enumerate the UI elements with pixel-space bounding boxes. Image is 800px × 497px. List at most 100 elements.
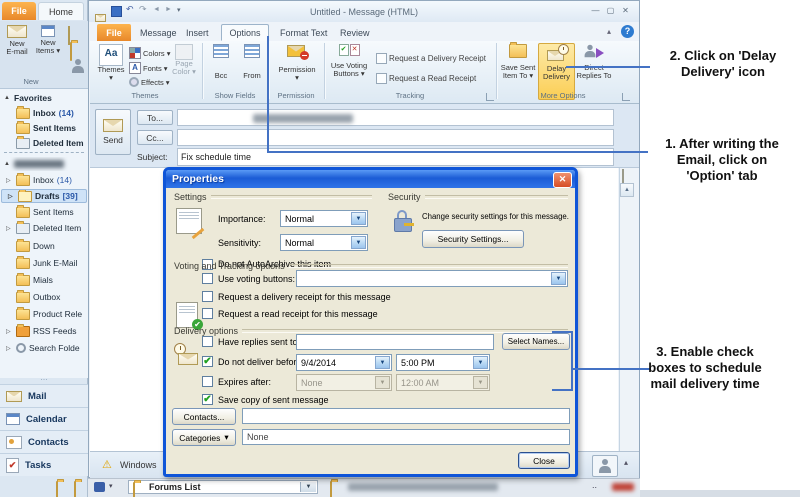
folder-icon[interactable] — [330, 481, 332, 497]
dropdown-arrow-icon[interactable]: ▾ — [109, 482, 113, 490]
collapse-pane-icon[interactable]: ▴ — [624, 458, 628, 467]
to-field[interactable] — [177, 109, 614, 126]
tab-format-text[interactable]: Format Text — [275, 24, 332, 41]
qat-customize-icon[interactable]: ▾ — [177, 6, 181, 14]
select-names-button[interactable]: Select Names... — [502, 333, 570, 350]
dropdown-arrow-icon[interactable]: ▼ — [351, 212, 366, 225]
cc-field[interactable] — [177, 129, 614, 146]
tray-folder-icon[interactable] — [74, 481, 76, 497]
sensitivity-dropdown[interactable]: Normal ▼ — [280, 234, 368, 251]
from-button[interactable]: From — [238, 44, 266, 80]
request-read-receipt-checkbox[interactable]: Request a Read Receipt — [376, 73, 476, 84]
scroll-up-button[interactable]: ▲ — [620, 183, 634, 197]
tab-file[interactable]: File — [97, 24, 131, 41]
previous-item-icon[interactable]: ◄ — [153, 6, 160, 13]
use-voting-buttons-button[interactable]: ✔ ✕ Use Voting Buttons ▾ — [328, 44, 370, 78]
sidebar-item-rss[interactable]: ▷ RSS Feeds — [0, 324, 88, 338]
move-folder-icon[interactable] — [70, 42, 72, 61]
categories-button[interactable]: Categories ▾ — [172, 429, 236, 446]
have-replies-field[interactable] — [296, 334, 494, 350]
bcc-button[interactable]: Bcc — [208, 44, 234, 80]
to-button[interactable]: To... — [137, 110, 173, 125]
close-button[interactable]: ✕ — [618, 5, 633, 17]
fonts-button[interactable]: A Fonts ▾ — [129, 62, 168, 74]
deliver-time-dropdown[interactable]: 5:00 PM ▼ — [396, 354, 490, 371]
expires-checkbox[interactable] — [202, 376, 213, 387]
dropdown-arrow-icon[interactable]: ▼ — [551, 272, 566, 285]
more-options-dialog-launcher-icon[interactable] — [622, 93, 630, 101]
sidebar-item-fav-deleted[interactable]: Deleted Item — [0, 136, 88, 150]
contacts-button[interactable]: Contacts... — [172, 408, 236, 425]
sidebar-item-deleted[interactable]: ▷ Deleted Item — [0, 221, 88, 235]
colors-button[interactable]: Colors ▾ — [129, 47, 170, 59]
sidebar-item-junk[interactable]: Junk E-Mail — [0, 256, 88, 270]
dropdown-arrow-icon[interactable]: ▼ — [375, 356, 390, 369]
redo-icon[interactable]: ↷ — [139, 4, 147, 15]
request-delivery-receipt-checkbox[interactable]: Request a Delivery Receipt — [376, 53, 486, 64]
sidebar-item-fav-sent[interactable]: Sent Items — [0, 121, 88, 135]
scrollbar[interactable]: ▲ — [619, 168, 634, 451]
tab-message[interactable]: Message — [135, 24, 182, 41]
overflow-dots[interactable]: .. — [592, 480, 597, 490]
people-pane-button[interactable] — [592, 455, 618, 477]
sidebar-item-search-folders[interactable]: ▷ Search Folde — [0, 341, 88, 355]
dropdown-arrow-icon[interactable]: ▼ — [473, 356, 488, 369]
save-icon[interactable] — [111, 6, 122, 17]
new-email-button[interactable]: New E-mail — [2, 25, 32, 56]
do-not-deliver-checkbox[interactable]: ✔ — [202, 356, 213, 367]
maximize-button[interactable]: ▢ — [603, 5, 618, 17]
deliver-date-dropdown[interactable]: 9/4/2014 ▼ — [296, 354, 392, 371]
nav-mail[interactable]: Mail — [0, 384, 88, 407]
tray-folder-icon[interactable] — [56, 481, 58, 497]
have-replies-checkbox[interactable] — [202, 336, 213, 347]
app-icon[interactable] — [94, 482, 105, 492]
collapse-ribbon-icon[interactable]: ▴ — [607, 27, 611, 36]
new-items-button[interactable]: New Items ▾ — [34, 25, 62, 55]
sidebar-item-inbox[interactable]: ▷ Inbox (14) — [0, 173, 88, 187]
dropdown-arrow-icon[interactable]: ▼ — [351, 236, 366, 249]
cc-button[interactable]: Cc... — [137, 130, 173, 145]
save-sent-item-button[interactable]: Save Sent Item To ▾ — [500, 42, 536, 80]
sidebar-item-drafts-selected[interactable]: ▷ Drafts [39] — [1, 189, 87, 203]
dropdown-arrow-icon[interactable]: ▼ — [300, 482, 316, 492]
send-button[interactable]: Send — [95, 109, 131, 155]
dialog-close-button[interactable]: ✕ — [553, 172, 572, 188]
account-header[interactable]: ▲ — [0, 157, 88, 171]
sidebar-item-sent[interactable]: Sent Items — [0, 205, 88, 219]
undo-icon[interactable]: ↶ — [126, 4, 134, 15]
forums-list-box[interactable]: Forums List ▼ — [128, 480, 318, 497]
next-item-icon[interactable]: ► — [165, 6, 172, 13]
sidebar-item-fav-inbox[interactable]: Inbox (14) — [0, 106, 88, 120]
nav-contacts[interactable]: Contacts — [0, 430, 88, 453]
categories-field[interactable]: None — [242, 429, 570, 445]
nav-tasks[interactable]: ✔ Tasks — [0, 453, 88, 476]
dialog-titlebar[interactable]: Properties — [166, 170, 575, 188]
sidebar-item-down[interactable]: Down — [0, 239, 88, 253]
page-color-button[interactable]: Page Color ▾ — [168, 44, 200, 76]
read-receipt-checkbox[interactable] — [202, 308, 213, 319]
main-file-tab[interactable]: File — [2, 2, 36, 20]
sidebar-item-outbox[interactable]: Outbox — [0, 290, 88, 304]
sidebar-item-product[interactable]: Product Rele — [0, 307, 88, 321]
tab-options[interactable]: Options — [221, 24, 269, 41]
direct-replies-button[interactable]: Direct Replies To — [576, 44, 612, 80]
favorites-header[interactable]: ▲ Favorites — [0, 91, 88, 105]
themes-button[interactable]: Aa Themes ▾ — [96, 44, 126, 82]
minimize-button[interactable]: — — [588, 5, 603, 17]
tracking-dialog-launcher-icon[interactable] — [486, 93, 494, 101]
contacts-field[interactable] — [242, 408, 570, 424]
permission-button[interactable]: Permission ▾ — [274, 44, 320, 82]
main-home-tab[interactable]: Home — [38, 2, 84, 20]
save-copy-checkbox[interactable]: ✔ — [202, 394, 213, 405]
delivery-receipt-checkbox[interactable] — [202, 291, 213, 302]
voting-options-dropdown[interactable]: ▼ — [296, 270, 568, 287]
effects-button[interactable]: Effects ▾ — [129, 77, 170, 87]
nav-calendar[interactable]: Calendar — [0, 407, 88, 430]
use-voting-checkbox[interactable] — [202, 273, 213, 284]
importance-dropdown[interactable]: Normal ▼ — [280, 210, 368, 227]
dialog-close-action-button[interactable]: Close — [518, 452, 570, 469]
help-icon[interactable]: ? — [621, 25, 634, 38]
tab-review[interactable]: Review — [335, 24, 375, 41]
sidebar-item-mials[interactable]: Mials — [0, 273, 88, 287]
tab-insert[interactable]: Insert — [181, 24, 214, 41]
